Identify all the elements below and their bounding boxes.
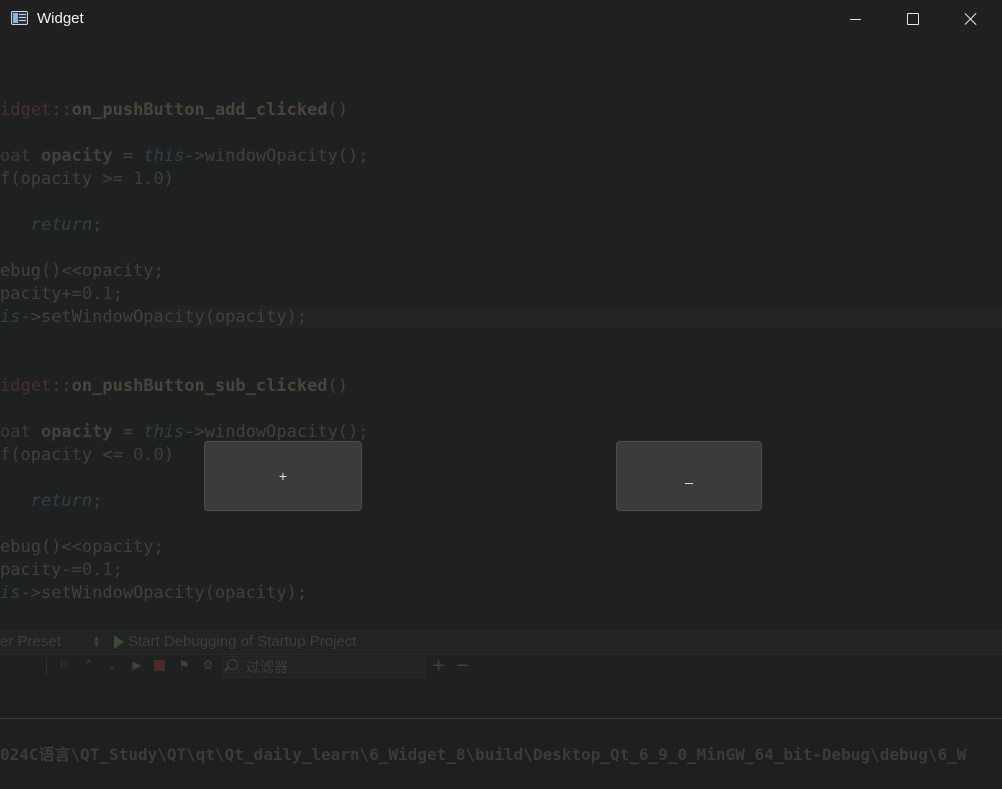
gear-icon: ⚙ [202,658,214,672]
code-line: return; [0,490,1002,513]
code-line: return; [0,214,1002,237]
code-token: oat [0,422,41,442]
code-line: is->setWindowOpacity(opacity); [0,306,1002,329]
code-line: ebug()<<opacity; [0,536,1002,559]
code-token: = [112,422,144,442]
search-icon [227,659,238,670]
title-bar[interactable]: Widget [0,0,1002,38]
app-window-icon [11,11,28,25]
code-token: is [0,307,21,327]
code-token: ->setWindowOpacity(opacity); [20,307,308,327]
code-token: oat [0,146,41,166]
code-token: f(opacity >= [0,169,134,189]
rerun-icon: ⚑ [178,658,190,672]
maximize-icon [907,13,919,25]
code-token: on_pushButton_sub_clicked [71,376,328,396]
code-token: return [30,215,93,235]
build-preset-label: er Preset [0,633,61,650]
code-token: ; [112,284,123,304]
code-token: ->setWindowOpacity(opacity); [20,583,308,603]
code-token: this [143,146,185,166]
code-token: 1.0 [133,169,164,189]
code-line: idget::on_pushButton_add_clicked() [0,99,1002,122]
code-token: ) [163,169,175,189]
attach-icon: ⚐ [58,658,70,672]
filter-placeholder: 过滤器 [246,660,288,676]
code-token: is [0,583,21,603]
window-title: Widget [37,10,84,27]
add-output-icon: + [431,655,447,676]
close-button[interactable] [942,0,1000,38]
code-token: return [30,491,93,511]
code-token: () [327,100,349,120]
code-token: () [327,376,349,396]
code-token: = [112,146,144,166]
code-line: idget::on_pushButton_sub_clicked() [0,375,1002,398]
code-token: 0.1 [81,284,113,304]
code-line: ebug()<<opacity; [0,260,1002,283]
code-line: oat opacity = this->windowOpacity(); [0,145,1002,168]
output-toolbar [0,654,1002,679]
code-line: oat opacity = this->windowOpacity(); [0,421,1002,444]
add-opacity-button[interactable]: + [204,441,362,511]
code-token: opacity [40,422,113,442]
preset-updown-icon: ▴ ▾ [94,633,100,650]
start-debugging-label: Start Debugging of Startup Project [128,633,357,650]
code-line: pacity-=0.1; [0,559,1002,582]
code-token: ) [163,445,175,465]
arrow-down-icon: ⌄ [106,658,118,672]
widget-window: Widget idget::on_pushButton_add_clicked(… [0,0,1002,789]
code-token: 0.0 [133,445,164,465]
run-icon: ▶ [132,658,142,672]
code-token: ; [92,491,103,511]
code-token: this [143,422,185,442]
code-token: ebug()<<opacity; [0,537,164,557]
minimize-button[interactable] [826,0,884,38]
code-line: pacity+=0.1; [0,283,1002,306]
code-token: pacity-= [0,560,82,580]
maximize-button[interactable] [884,0,942,38]
background-code-editor: idget::on_pushButton_add_clicked() oat op… [0,76,1002,605]
remove-output-icon: − [455,655,471,676]
code-token: idget [0,100,52,120]
code-token: idget [0,376,52,396]
output-panel [0,678,1002,719]
code-token: ; [112,560,123,580]
code-token: opacity [40,146,113,166]
code-token: pacity+= [0,284,82,304]
stop-icon [154,660,165,671]
code-token: f(opacity <= [0,445,134,465]
code-token: on_pushButton_add_clicked [71,100,328,120]
toolbar-separator [46,657,47,675]
close-icon [964,12,978,26]
sub-opacity-button[interactable]: _ [616,441,762,511]
output-path: 024C语言\QT_Study\QT\qt\Qt_daily_learn\6_W… [0,745,967,764]
code-token: :: [51,100,72,120]
code-line: f(opacity <= 0.0) [0,444,1002,467]
code-token: 0.1 [81,560,113,580]
code-token: ebug()<<opacity; [0,261,164,281]
debug-play-icon [114,635,124,649]
code-token: :: [51,376,72,396]
code-token: ->windowOpacity(); [184,422,369,442]
arrow-up-icon: ⌃ [83,658,95,672]
minimize-icon [849,18,861,20]
code-line: is->setWindowOpacity(opacity); [0,582,1002,605]
code-token: ->windowOpacity(); [184,146,369,166]
code-line: f(opacity >= 1.0) [0,168,1002,191]
code-token: ; [92,215,103,235]
